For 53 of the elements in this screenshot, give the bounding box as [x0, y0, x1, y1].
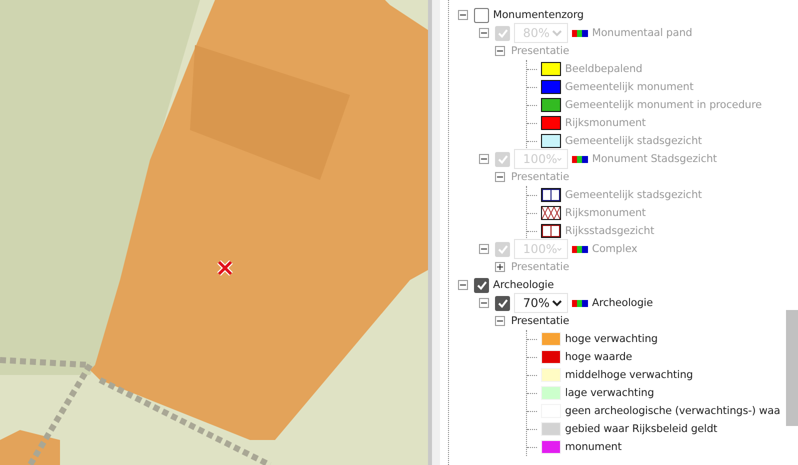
collapse-button[interactable] — [458, 280, 468, 290]
minus-icon — [497, 48, 503, 54]
presentation-label: Presentatie — [511, 171, 570, 183]
presentation-label: Presentatie — [511, 45, 570, 57]
opacity-select[interactable]: 70% — [514, 293, 568, 313]
presentation-label: Presentatie — [511, 315, 570, 327]
minus-icon — [497, 318, 503, 324]
legend-label: geen archeologische (verwachtings-) waa — [565, 405, 780, 417]
minus-icon — [481, 300, 487, 306]
checkbox[interactable] — [474, 8, 489, 22]
minus-icon — [481, 246, 487, 252]
chevron-down-icon — [557, 246, 562, 252]
chevron-down-icon — [557, 156, 562, 162]
legend-label: Gemeentelijk monument in procedure — [565, 99, 762, 111]
presentation-label: Presentatie — [511, 261, 570, 273]
rgb-layer-icon — [572, 300, 588, 306]
legend-label: Gemeentelijk stadsgezicht — [565, 135, 702, 147]
minus-icon — [481, 30, 487, 36]
minus-icon — [460, 12, 466, 18]
legend-label: gebied waar Rijksbeleid geldt — [565, 423, 718, 435]
rgb-layer-icon — [572, 156, 588, 162]
legend-label: Rijksmonument — [565, 207, 646, 219]
rgb-layer-icon — [572, 30, 588, 36]
group-label: Archeologie — [493, 279, 554, 291]
minus-icon — [460, 282, 466, 288]
layer-label: Complex — [592, 243, 638, 255]
legend-label: middelhoge verwachting — [565, 369, 693, 381]
layer-label: Monument Stadsgezicht — [592, 153, 717, 165]
rgb-layer-icon — [572, 246, 588, 252]
legend-label: Rijksstadsgezicht — [565, 225, 654, 237]
layer-label: Archeologie — [592, 297, 653, 309]
legend-label: Gemeentelijk monument — [565, 81, 694, 93]
legend-label: monument — [565, 441, 622, 453]
layer-label: Monumentaal pand — [592, 27, 692, 39]
checkbox[interactable] — [474, 278, 489, 292]
legend-label: lage verwachting — [565, 387, 654, 399]
cross-marker-icon — [216, 260, 234, 276]
plus-icon — [497, 264, 503, 270]
collapse-button[interactable] — [479, 298, 489, 308]
checkbox[interactable] — [495, 296, 510, 310]
chevron-down-icon — [552, 30, 562, 36]
group-label: Monumentenzorg — [493, 9, 584, 21]
collapse-button[interactable] — [458, 10, 468, 20]
collapse-button[interactable] — [495, 316, 505, 326]
chevron-down-icon — [552, 300, 562, 306]
minus-icon — [497, 174, 503, 180]
scrollbar[interactable] — [786, 310, 798, 426]
minus-icon — [481, 156, 487, 162]
legend-label: Rijksmonument — [565, 117, 646, 129]
legend-label: hoge waarde — [565, 351, 632, 363]
legend-label: Gemeentelijk stadsgezicht — [565, 189, 702, 201]
legend-label: hoge verwachting — [565, 333, 658, 345]
legend-label: Beeldbepalend — [565, 63, 642, 75]
